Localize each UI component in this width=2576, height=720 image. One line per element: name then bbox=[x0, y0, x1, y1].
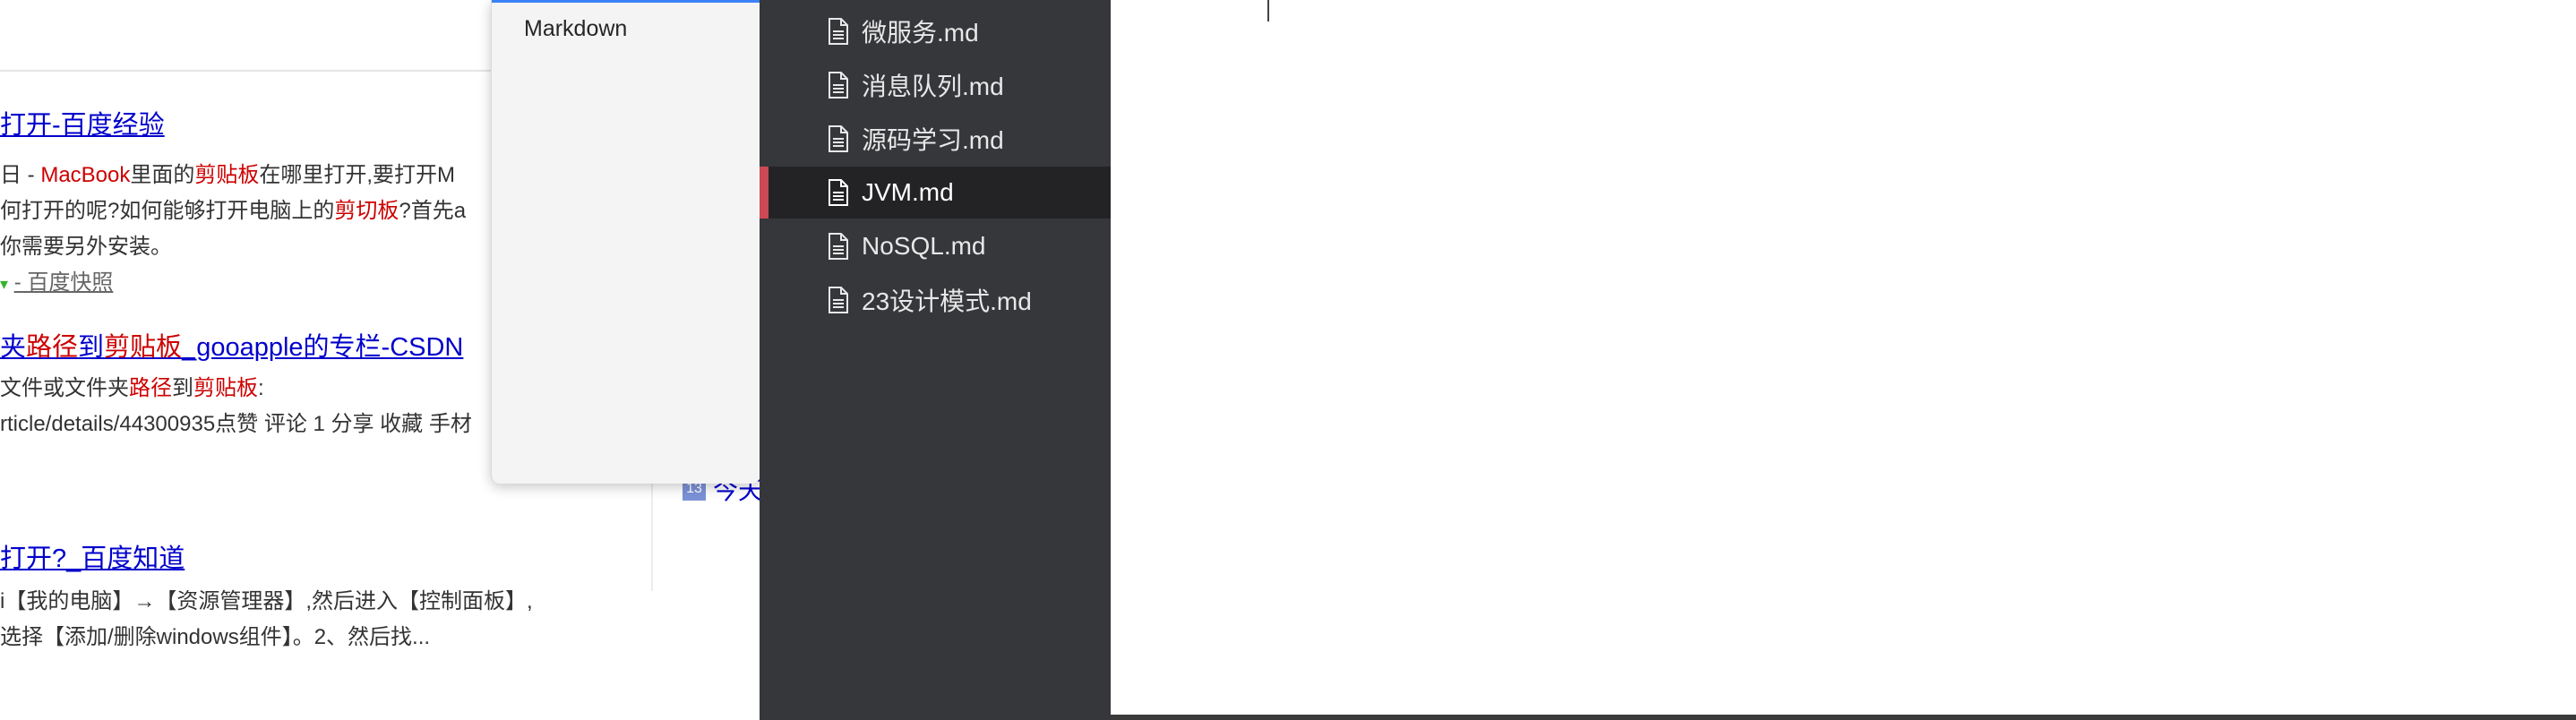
result-1-title[interactable]: 打开-百度经验 bbox=[0, 107, 165, 143]
result-1-source: ▾ - 百度快照 bbox=[0, 265, 113, 302]
file-item-active[interactable]: JVM.md bbox=[760, 167, 1111, 219]
file-item[interactable]: 23设计模式.md bbox=[760, 274, 1111, 326]
results-column-divider bbox=[651, 475, 653, 591]
document-icon bbox=[828, 71, 851, 99]
result-3-snippet-line-1: i【我的电脑】→【资源管理器】,然后进入【控制面板】, bbox=[0, 589, 533, 613]
file-name: JVM.md bbox=[862, 178, 954, 206]
result-1-snippet-line-3: 你需要另外安装。 bbox=[0, 235, 172, 259]
document-icon bbox=[828, 178, 851, 207]
file-item[interactable]: 微服务.md bbox=[760, 5, 1111, 57]
result-1-snippet-line-2: 何打开的呢?如何能够打开电脑上的剪切板?首先a bbox=[0, 199, 467, 223]
search-bar-divider bbox=[0, 70, 502, 72]
document-icon bbox=[828, 124, 851, 153]
baidu-snapshot-link[interactable]: - 百度快照 bbox=[14, 270, 114, 295]
markdown-editor[interactable] bbox=[1111, 0, 2576, 716]
file-item[interactable]: 源码学习.md bbox=[760, 113, 1111, 165]
file-name: 微服务.md bbox=[862, 19, 979, 47]
document-icon bbox=[828, 17, 851, 46]
dropdown-arrow-icon[interactable]: ▾ bbox=[0, 275, 8, 293]
file-name: 23设计模式.md bbox=[862, 287, 1032, 315]
dropdown-focus-accent bbox=[492, 0, 760, 3]
search-result-1: 打开-百度经验 bbox=[0, 107, 165, 143]
text-caret bbox=[1267, 0, 1269, 21]
file-name: 源码学习.md bbox=[862, 126, 1004, 154]
result-2-snippet-line-2: rticle/details/44300935点赞 评论 1 分享 收藏 手材 bbox=[0, 412, 472, 436]
file-name: NoSQL.md bbox=[862, 232, 986, 260]
document-icon bbox=[828, 286, 851, 314]
result-2-snippet-line-1: 文件或文件夹路径到剪贴板: bbox=[0, 376, 264, 400]
dropdown-option-markdown[interactable]: Markdown bbox=[524, 16, 627, 42]
file-name: 消息队列.md bbox=[862, 73, 1004, 100]
file-item[interactable]: 消息队列.md bbox=[760, 59, 1111, 111]
file-item[interactable]: NoSQL.md bbox=[760, 220, 1111, 272]
result-3-snippet-line-2: 选择【添加/删除windows组件】。2、然后找... bbox=[0, 625, 431, 649]
result-1-snippet-line-1: 日 - MacBook里面的剪贴板在哪里打开,要打开M bbox=[0, 163, 456, 187]
result-2-title[interactable]: 夹路径到剪贴板_gooapple的专栏-CSDN bbox=[0, 330, 463, 365]
window-bottom-edge bbox=[1111, 715, 2576, 720]
export-format-dropdown: Markdown bbox=[491, 0, 760, 484]
document-icon bbox=[828, 232, 851, 261]
result-3-title[interactable]: 打开?_百度知道 bbox=[0, 541, 185, 577]
file-tree-sidebar: 微服务.md 消息队列.md 源码学习.md JVM.md NoSQL.md 2… bbox=[760, 0, 1111, 720]
